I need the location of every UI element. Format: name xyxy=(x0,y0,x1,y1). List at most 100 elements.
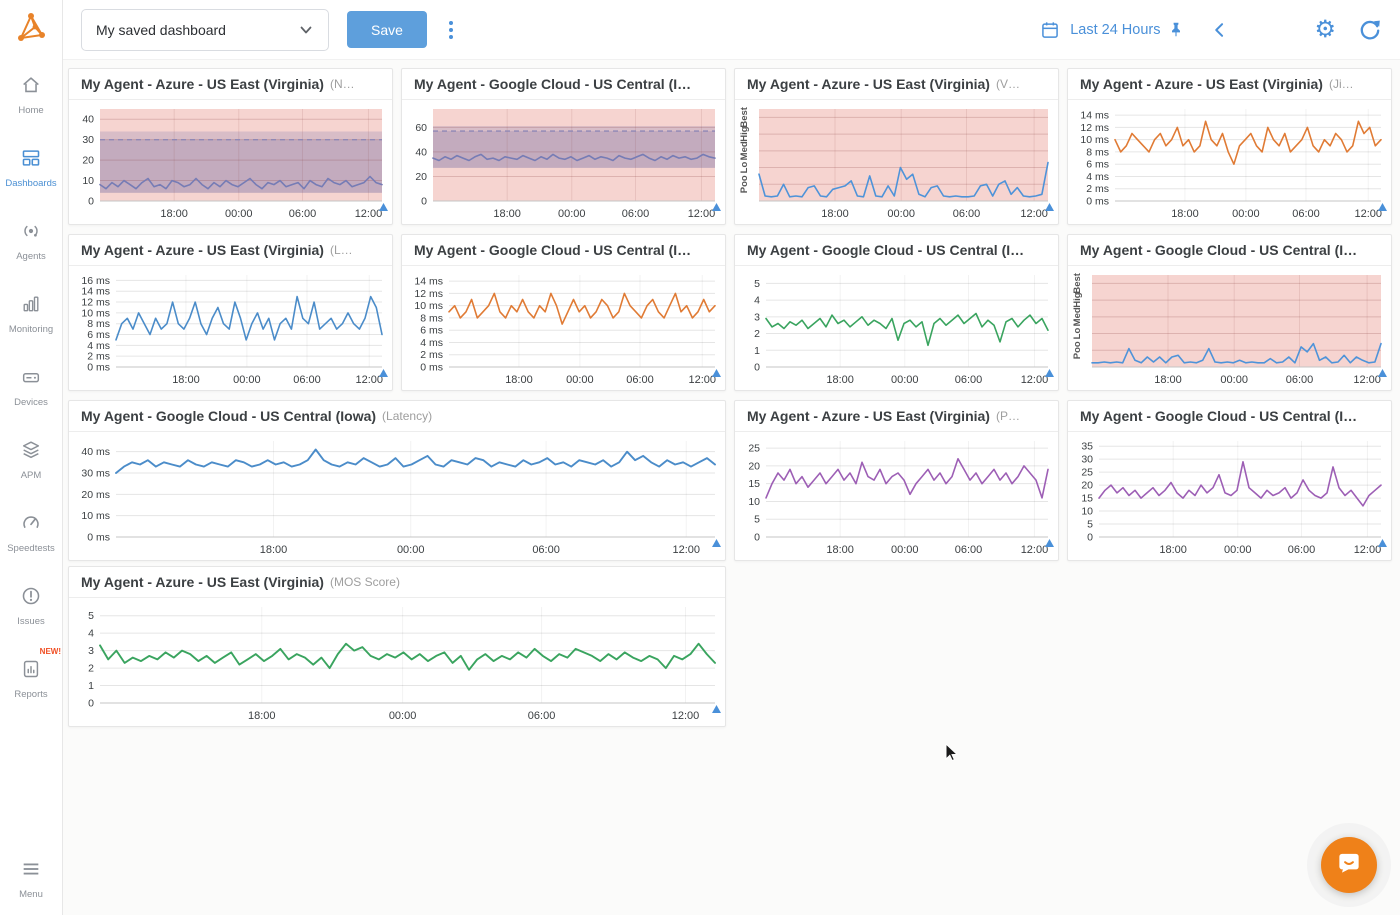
svg-text:10 ms: 10 ms xyxy=(414,300,443,312)
chart-card-1[interactable]: My Agent - Google Cloud - US Central (I…… xyxy=(401,68,726,225)
chart-plot[interactable]: 051015202518:0000:0006:0012:00 xyxy=(735,432,1058,560)
topbar: My saved dashboard Save Last 24 Hours ⚙ xyxy=(63,0,1400,60)
chart-card-2[interactable]: My Agent - Azure - US East (Virginia)(V…… xyxy=(734,68,1059,225)
svg-text:Best: Best xyxy=(1072,272,1083,293)
chart-plot[interactable]: 01020304018:0000:0006:0012:00 xyxy=(69,100,392,224)
sidebar-item-label: Menu xyxy=(19,889,43,900)
svg-text:06:00: 06:00 xyxy=(953,208,981,220)
svg-text:0: 0 xyxy=(754,532,760,544)
chart-card-5[interactable]: My Agent - Google Cloud - US Central (I…… xyxy=(401,234,726,391)
chevron-down-icon xyxy=(298,22,314,38)
svg-text:15: 15 xyxy=(748,478,760,490)
sidebar-item-dashboards[interactable]: Dashboards xyxy=(0,138,62,198)
app-logo-icon[interactable] xyxy=(13,10,49,51)
svg-text:18:00: 18:00 xyxy=(493,208,521,220)
live-marker-icon xyxy=(1378,203,1387,211)
chart-plot[interactable]: PooLoMedHigBest18:0000:0006:0012:00 xyxy=(1068,266,1391,390)
live-marker-icon xyxy=(379,369,388,377)
chart-subtitle: (Latency) xyxy=(382,409,432,423)
more-options-menu[interactable] xyxy=(443,15,459,45)
chart-card-10[interactable]: My Agent - Google Cloud - US Central (I…… xyxy=(1067,400,1392,561)
svg-text:12:00: 12:00 xyxy=(355,208,383,220)
chart-plot[interactable]: 01234518:0000:0006:0012:00 xyxy=(69,598,725,726)
sidebar-item-apm[interactable]: APM xyxy=(0,430,62,490)
svg-text:18:00: 18:00 xyxy=(172,374,200,386)
svg-text:00:00: 00:00 xyxy=(566,374,594,386)
svg-text:18:00: 18:00 xyxy=(821,208,849,220)
chart-plot[interactable]: 0 ms2 ms4 ms6 ms8 ms10 ms12 ms14 ms18:00… xyxy=(1068,100,1391,224)
sidebar-item-label: APM xyxy=(21,470,42,481)
chart-card-header: My Agent - Google Cloud - US Central (I… xyxy=(402,69,725,100)
chart-subtitle: (Ji… xyxy=(1329,77,1354,91)
chart-card-header: My Agent - Google Cloud - US Central (Io… xyxy=(69,401,725,432)
chart-card-6[interactable]: My Agent - Google Cloud - US Central (I…… xyxy=(734,234,1059,391)
svg-text:Lo: Lo xyxy=(739,162,750,174)
svg-text:12:00: 12:00 xyxy=(688,208,716,220)
svg-text:6 ms: 6 ms xyxy=(1086,159,1109,171)
svg-text:00:00: 00:00 xyxy=(1224,544,1252,556)
chart-card-header: My Agent - Google Cloud - US Central (I… xyxy=(402,235,725,266)
sidebar: Home Dashboards Agents Monitoring Devices APM… xyxy=(0,0,63,915)
chart-plot[interactable]: 01234518:0000:0006:0012:00 xyxy=(735,266,1058,390)
save-button[interactable]: Save xyxy=(347,11,427,48)
svg-text:3: 3 xyxy=(754,311,760,323)
settings-gear-icon[interactable]: ⚙ xyxy=(1314,18,1336,42)
chart-card-header: My Agent - Google Cloud - US Central (I… xyxy=(735,235,1058,266)
sidebar-item-issues[interactable]: Issues xyxy=(0,576,62,636)
dashboard-selector[interactable]: My saved dashboard xyxy=(81,9,329,51)
chart-plot[interactable]: PooLoMedHigBest18:0000:0006:0012:00 xyxy=(735,100,1058,224)
svg-text:0: 0 xyxy=(421,196,427,208)
sidebar-item-devices[interactable]: Devices xyxy=(0,357,62,417)
svg-text:4: 4 xyxy=(88,628,94,640)
chart-card-header: My Agent - Google Cloud - US Central (I… xyxy=(1068,401,1391,432)
svg-text:Lo: Lo xyxy=(1072,328,1083,340)
svg-text:5: 5 xyxy=(88,610,94,622)
chart-plot[interactable]: 020406018:0000:0006:0012:00 xyxy=(402,100,725,224)
chart-card-header: My Agent - Azure - US East (Virginia)(Ji… xyxy=(1068,69,1391,100)
chart-card-11[interactable]: My Agent - Azure - US East (Virginia)(MO… xyxy=(68,566,726,727)
chat-launcher-button[interactable] xyxy=(1321,837,1377,893)
chart-card-4[interactable]: My Agent - Azure - US East (Virginia)(L…… xyxy=(68,234,393,391)
chart-title: My Agent - Azure - US East (Virginia) xyxy=(81,76,324,92)
chart-plot[interactable]: 0510152025303518:0000:0006:0012:00 xyxy=(1068,432,1391,560)
sidebar-item-label: Speedtests xyxy=(7,543,55,554)
sidebar-item-label: Home xyxy=(18,105,43,116)
chart-card-9[interactable]: My Agent - Azure - US East (Virginia)(P…… xyxy=(734,400,1059,561)
menu-icon xyxy=(20,858,42,885)
chart-card-7[interactable]: My Agent - Google Cloud - US Central (I…… xyxy=(1067,234,1392,391)
svg-text:5: 5 xyxy=(1087,519,1093,531)
sidebar-item-menu[interactable]: Menu xyxy=(0,849,62,909)
collapse-panel-icon[interactable] xyxy=(1210,20,1230,40)
sidebar-item-speedtests[interactable]: Speedtests xyxy=(0,503,62,563)
chart-plot[interactable]: 0 ms2 ms4 ms6 ms8 ms10 ms12 ms14 ms18:00… xyxy=(402,266,725,390)
chart-plot[interactable]: 0 ms10 ms20 ms30 ms40 ms18:0000:0006:001… xyxy=(69,432,725,560)
chat-bubble-icon xyxy=(1334,848,1364,883)
svg-text:40: 40 xyxy=(415,146,427,158)
chart-plot[interactable]: 0 ms2 ms4 ms6 ms8 ms10 ms12 ms14 ms16 ms… xyxy=(69,266,392,390)
time-range-label[interactable]: Last 24 Hours xyxy=(1070,22,1160,38)
chart-card-3[interactable]: My Agent - Azure - US East (Virginia)(Ji… xyxy=(1067,68,1392,225)
chart-card-0[interactable]: My Agent - Azure - US East (Virginia)(N…… xyxy=(68,68,393,225)
chart-card-8[interactable]: My Agent - Google Cloud - US Central (Io… xyxy=(68,400,726,561)
svg-text:0 ms: 0 ms xyxy=(420,362,443,374)
sidebar-item-label: Agents xyxy=(16,251,46,262)
calendar-icon[interactable] xyxy=(1040,20,1060,40)
svg-text:Med: Med xyxy=(739,141,750,160)
sidebar-item-monitoring[interactable]: Monitoring xyxy=(0,284,62,344)
svg-text:18:00: 18:00 xyxy=(260,544,288,556)
svg-text:4: 4 xyxy=(754,295,760,307)
svg-text:10: 10 xyxy=(748,496,760,508)
sidebar-item-reports[interactable]: NEW!Reports xyxy=(0,649,62,709)
svg-text:10 ms: 10 ms xyxy=(81,307,110,319)
svg-text:12 ms: 12 ms xyxy=(81,297,110,309)
chart-title: My Agent - Google Cloud - US Central (Io… xyxy=(81,408,376,424)
chart-title: My Agent - Google Cloud - US Central (I… xyxy=(414,76,691,92)
reports-icon xyxy=(20,658,42,685)
pin-icon[interactable] xyxy=(1168,21,1184,39)
sidebar-item-agents[interactable]: Agents xyxy=(0,211,62,271)
svg-text:12 ms: 12 ms xyxy=(414,288,443,300)
refresh-icon[interactable] xyxy=(1358,18,1382,42)
live-marker-icon xyxy=(1045,203,1054,211)
sidebar-item-home[interactable]: Home xyxy=(0,65,62,125)
svg-text:12:00: 12:00 xyxy=(1354,544,1382,556)
